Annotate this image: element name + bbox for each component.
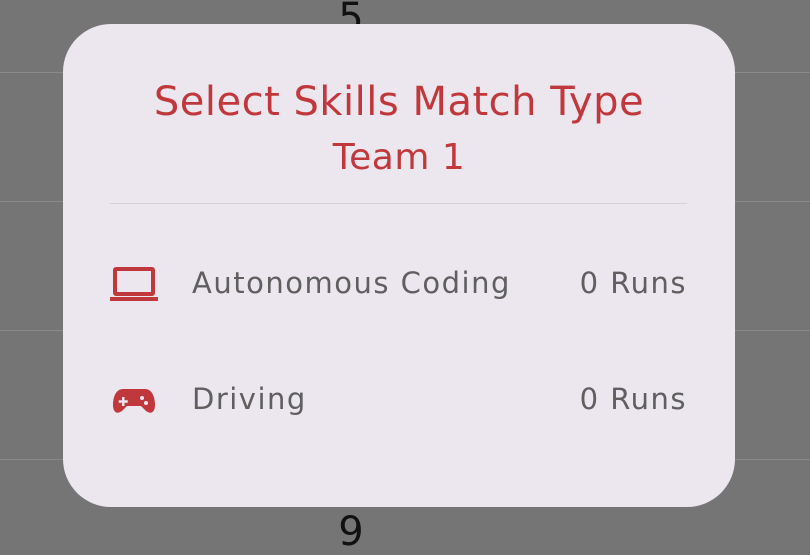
option-label: Driving xyxy=(192,382,307,416)
dialog-title: Select Skills Match Type xyxy=(153,79,645,125)
driving-option[interactable]: Driving 0 Runs xyxy=(110,373,687,429)
run-count: 0 Runs xyxy=(579,266,687,300)
laptop-icon xyxy=(110,267,158,303)
autonomous-coding-option[interactable]: Autonomous Coding 0 Runs xyxy=(110,257,687,313)
gamepad-icon xyxy=(110,383,158,419)
match-type-dialog: Select Skills Match Type Team 1 Autonomo… xyxy=(63,24,735,507)
background-list-number: 9 xyxy=(338,509,364,555)
dialog-divider xyxy=(110,203,687,204)
dialog-subtitle: Team 1 xyxy=(332,137,466,178)
run-count: 0 Runs xyxy=(579,382,687,416)
option-label: Autonomous Coding xyxy=(192,266,511,300)
